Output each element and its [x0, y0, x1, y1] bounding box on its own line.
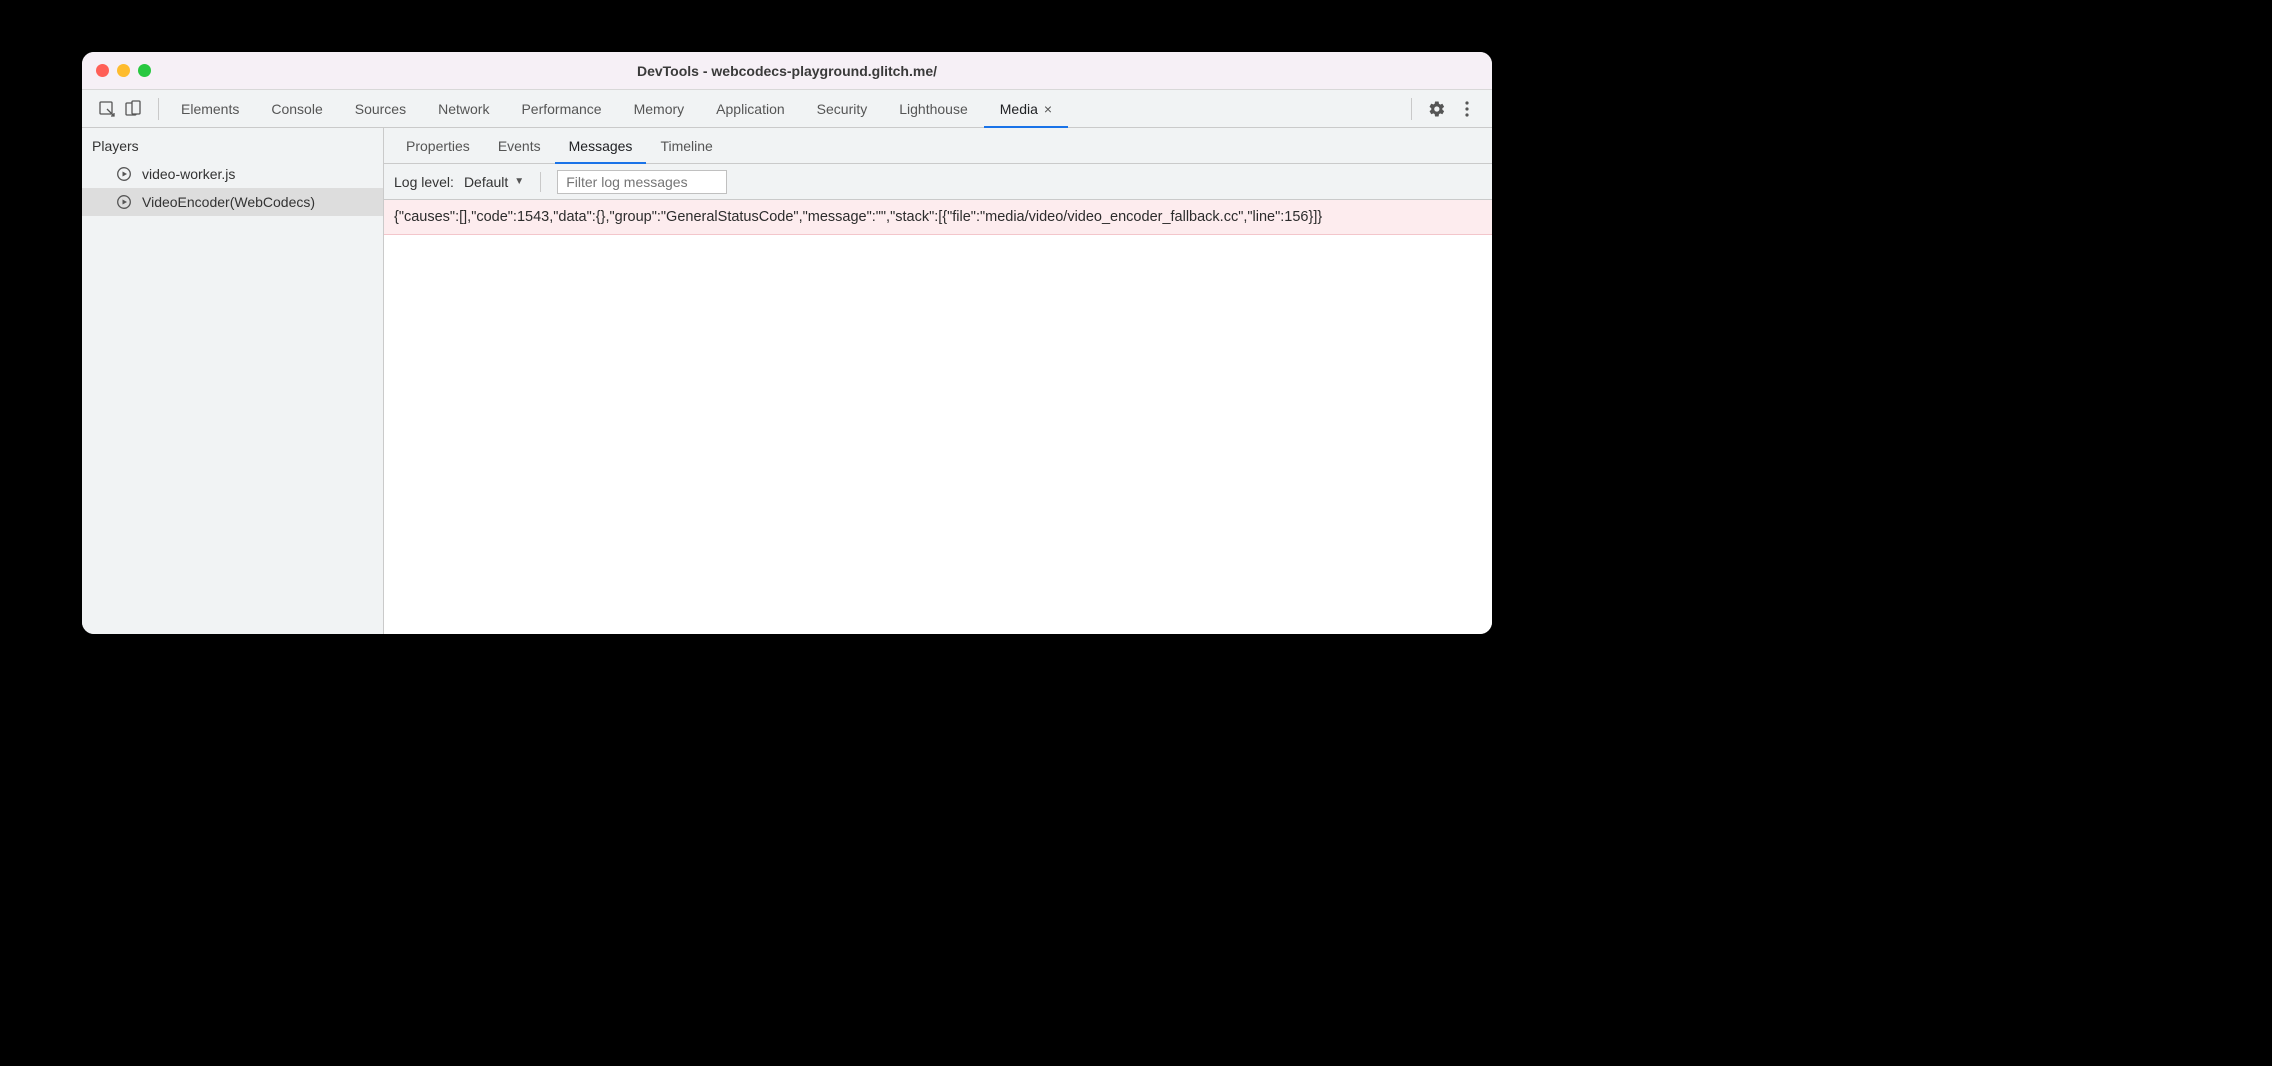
- more-options-icon[interactable]: [1458, 100, 1476, 118]
- loglevel-select[interactable]: Default ▼: [464, 174, 524, 190]
- tab-label: Console: [271, 101, 322, 117]
- zoom-window-button[interactable]: [138, 64, 151, 77]
- minimize-window-button[interactable]: [117, 64, 130, 77]
- sidebar-heading: Players: [82, 128, 383, 160]
- loglevel-label: Log level:: [394, 174, 454, 190]
- traffic-lights: [82, 64, 151, 77]
- main-toolbar: Elements Console Sources Network Performance…: [82, 90, 1492, 128]
- media-subtabs: PropertiesEventsMessagesTimeline: [384, 128, 1492, 164]
- chevron-down-icon: ▼: [514, 176, 524, 187]
- tab-elements[interactable]: Elements: [165, 90, 255, 127]
- tab-label: Memory: [634, 101, 685, 117]
- tab-performance[interactable]: Performance: [505, 90, 617, 127]
- players-list: video-worker.js VideoEncoder(WebCodecs): [82, 160, 383, 216]
- subtab-messages[interactable]: Messages: [555, 128, 647, 163]
- tab-network[interactable]: Network: [422, 90, 505, 127]
- subtab-timeline[interactable]: Timeline: [646, 128, 726, 163]
- toolbar-divider-right: [1411, 98, 1412, 120]
- filter-divider: [540, 172, 541, 192]
- tab-label: Elements: [181, 101, 239, 117]
- player-item[interactable]: VideoEncoder(WebCodecs): [82, 188, 383, 216]
- messages-list: {"causes":[],"code":1543,"data":{},"grou…: [384, 200, 1492, 634]
- play-icon: [116, 194, 132, 210]
- filter-input[interactable]: [557, 170, 727, 194]
- player-label: video-worker.js: [142, 166, 235, 182]
- play-icon: [116, 166, 132, 182]
- tab-sources[interactable]: Sources: [339, 90, 422, 127]
- player-item[interactable]: video-worker.js: [82, 160, 383, 188]
- main-panel: PropertiesEventsMessagesTimeline Log lev…: [384, 128, 1492, 634]
- tab-label: Lighthouse: [899, 101, 968, 117]
- tab-label: Media: [1000, 101, 1038, 117]
- tab-label: Network: [438, 101, 489, 117]
- inspect-element-icon[interactable]: [98, 100, 116, 118]
- tab-console[interactable]: Console: [255, 90, 338, 127]
- filter-bar: Log level: Default ▼: [384, 164, 1492, 200]
- body: Players video-worker.js VideoEncoder(WebC…: [82, 128, 1492, 634]
- window-title: DevTools - webcodecs-playground.glitch.m…: [82, 63, 1492, 79]
- device-toolbar-icon[interactable]: [124, 100, 142, 118]
- tab-security[interactable]: Security: [801, 90, 884, 127]
- loglevel-value: Default: [464, 174, 508, 190]
- toolbar-left-icons: [88, 100, 152, 118]
- settings-icon[interactable]: [1428, 100, 1446, 118]
- titlebar: DevTools - webcodecs-playground.glitch.m…: [82, 52, 1492, 90]
- close-window-button[interactable]: [96, 64, 109, 77]
- close-tab-icon[interactable]: ×: [1044, 101, 1052, 117]
- tab-media[interactable]: Media ×: [984, 90, 1068, 127]
- tab-label: Application: [716, 101, 785, 117]
- devtools-window: DevTools - webcodecs-playground.glitch.m…: [82, 52, 1492, 634]
- player-label: VideoEncoder(WebCodecs): [142, 194, 315, 210]
- panel-tabs: Elements Console Sources Network Performance…: [165, 90, 1405, 127]
- toolbar-divider: [158, 98, 159, 120]
- tab-label: Performance: [521, 101, 601, 117]
- players-sidebar: Players video-worker.js VideoEncoder(WebC…: [82, 128, 384, 634]
- subtab-events[interactable]: Events: [484, 128, 555, 163]
- tab-label: Security: [817, 101, 868, 117]
- log-message[interactable]: {"causes":[],"code":1543,"data":{},"grou…: [384, 200, 1492, 235]
- subtab-properties[interactable]: Properties: [392, 128, 484, 163]
- tab-memory[interactable]: Memory: [618, 90, 701, 127]
- tab-lighthouse[interactable]: Lighthouse: [883, 90, 984, 127]
- toolbar-right-icons: [1418, 100, 1486, 118]
- tab-label: Sources: [355, 101, 406, 117]
- tab-application[interactable]: Application: [700, 90, 801, 127]
